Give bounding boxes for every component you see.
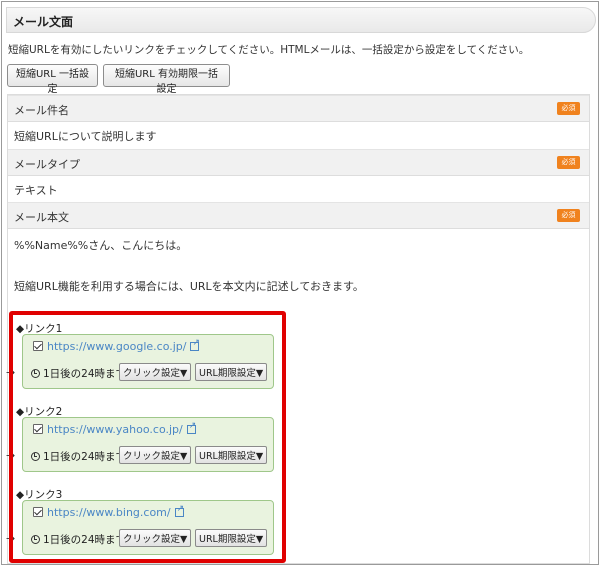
- links-highlight-box: [9, 311, 286, 563]
- subject-value: 短縮URLについて説明します: [14, 130, 157, 143]
- type-value: テキスト: [14, 184, 58, 197]
- body-label: メール本文: [14, 211, 69, 224]
- section-description: 短縮URLを有効にしたいリンクをチェックしてください。HTMLメールは、一括設定…: [8, 44, 530, 56]
- section-title: メール文面: [6, 7, 596, 33]
- bulk-short-url-button[interactable]: 短縮URL 一括設定: [7, 64, 98, 95]
- body-header: メール本文 必須: [8, 202, 589, 229]
- required-badge: 必須: [557, 156, 580, 169]
- required-badge: 必須: [557, 102, 580, 115]
- subject-header: メール件名 必須: [8, 95, 589, 122]
- type-label: メールタイプ: [14, 158, 80, 171]
- subject-label: メール件名: [14, 104, 69, 117]
- body-line-instruction: 短縮URL機能を利用する場合には、URLを本文内に記述しておきます。: [14, 280, 364, 293]
- screenshot-frame: メール文面 短縮URLを有効にしたいリンクをチェックしてください。HTMLメール…: [1, 1, 599, 565]
- required-badge: 必須: [557, 209, 580, 222]
- bulk-expiry-button[interactable]: 短縮URL 有効期限一括設定: [103, 64, 230, 95]
- body-line-greeting: %%Name%%さん、こんにちは。: [14, 239, 188, 252]
- type-header: メールタイプ 必須: [8, 149, 589, 176]
